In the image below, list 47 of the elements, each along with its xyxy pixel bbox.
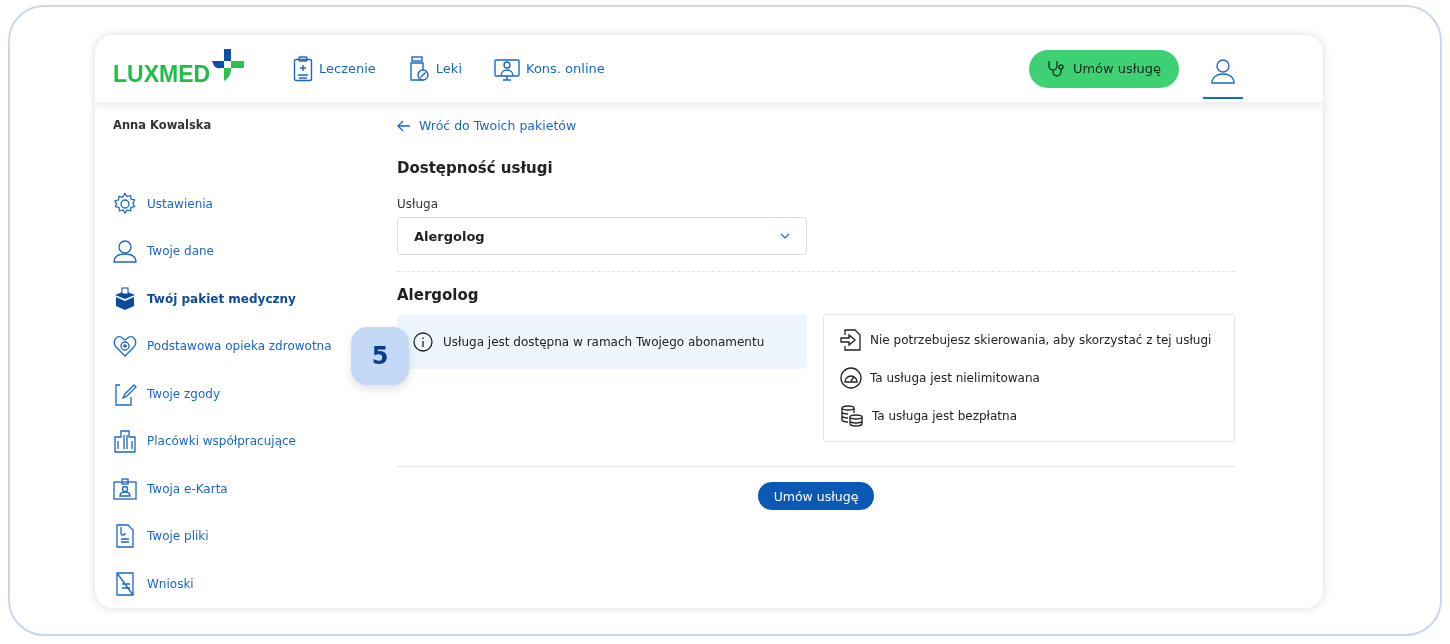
info-text: Usługa jest dostępna w ramach Twojego abonamentu	[443, 334, 765, 349]
medical-box-icon	[113, 286, 137, 311]
nav-link[interactable]: Leki	[407, 55, 462, 82]
feature-text: Ta usługa jest bezpłatna	[872, 409, 1017, 423]
sidebar-item[interactable]: Twój pakiet medyczny	[113, 275, 296, 323]
feature-text: Nie potrzebujesz skierowania, aby skorzystać z tej usługi	[870, 333, 1212, 347]
arrow-left-icon	[397, 119, 411, 132]
sidebar-item[interactable]: Wnioski	[113, 560, 194, 608]
page-title: Dostępność usługi	[397, 159, 554, 177]
user-icon	[1210, 57, 1236, 84]
document-pen-icon	[113, 381, 137, 406]
clipboard-icon	[293, 55, 313, 82]
chevron-down-icon	[780, 233, 790, 239]
gear-icon	[113, 191, 137, 216]
step-badge: 5	[351, 327, 409, 385]
document-icon	[113, 571, 137, 596]
back-link[interactable]: Wróć do Twoich pakietów	[397, 118, 1235, 133]
cross-logo-icon	[212, 49, 245, 81]
stethoscope-icon	[1046, 59, 1065, 78]
info-icon	[413, 331, 433, 352]
file-icon	[113, 524, 137, 549]
nav-link[interactable]: Leczenie	[293, 55, 376, 82]
book-service-button[interactable]: Umów usługę	[757, 482, 875, 510]
buildings-icon	[113, 429, 137, 454]
pill-bottle-icon	[407, 55, 430, 82]
sidebar-item[interactable]: Twoja e-Karta	[113, 465, 228, 513]
monitor-doctor-icon	[494, 56, 520, 81]
sidebar-item[interactable]: Twoje zgody	[113, 370, 220, 418]
sidebar-item[interactable]: Placówki współpracujące	[113, 417, 296, 465]
sidebar-item[interactable]: Twoje pliki	[113, 512, 209, 560]
gauge-icon	[840, 367, 862, 389]
heart-plus-icon	[113, 335, 137, 358]
sidebar-item[interactable]: Twoje dane	[113, 227, 214, 275]
book-service-button[interactable]: Umów usługę	[1028, 49, 1179, 88]
nav-link[interactable]: Kons. online	[494, 55, 605, 82]
id-card-icon	[113, 477, 137, 500]
field-label: Usługa	[397, 197, 440, 211]
document-arrow-icon	[840, 329, 862, 351]
user-icon	[113, 239, 137, 264]
sidebar-item[interactable]: Podstawowa opieka zdrowotna	[113, 322, 332, 370]
coins-icon	[840, 405, 864, 427]
logo-text: LUXMED	[113, 61, 211, 88]
section-title: Alergolog	[397, 286, 480, 304]
service-select[interactable]: Alergolog	[397, 217, 807, 255]
user-name: Anna Kowalska	[113, 118, 212, 132]
sidebar-item[interactable]: Ustawienia	[113, 180, 213, 228]
feature-text: Ta usługa jest nielimitowana	[870, 371, 1040, 385]
